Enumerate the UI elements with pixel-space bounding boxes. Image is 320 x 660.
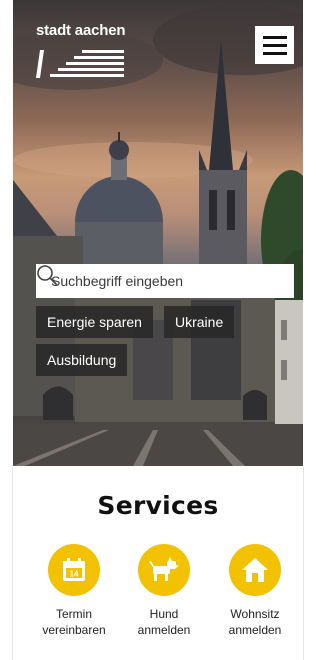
service-circle (229, 544, 281, 596)
service-label: Termin vereinbaren (42, 607, 106, 637)
search-input[interactable] (36, 264, 254, 298)
service-circle: 14 (48, 544, 100, 596)
house-icon (242, 558, 268, 582)
dog-icon (149, 557, 179, 581)
quick-link-energie-sparen[interactable]: Energie sparen (36, 306, 153, 338)
hamburger-menu-icon (262, 35, 287, 39)
page-border-right (303, 466, 304, 660)
service-hund-anmelden[interactable]: Hund anmelden (119, 544, 209, 638)
search-icon (37, 265, 58, 286)
hero-image: stadt aachen Energie sparen Ukraine Ausb… (13, 0, 303, 466)
logo-stripes-icon (36, 50, 124, 78)
calendar-icon: 14 (63, 558, 85, 581)
stadt-aachen-logo[interactable]: stadt aachen (36, 22, 128, 82)
service-circle (138, 544, 190, 596)
service-termin-vereinbaren[interactable]: 14 Termin vereinbaren (29, 544, 119, 638)
service-label: Wohnsitz anmelden (228, 607, 282, 637)
svg-text:14: 14 (70, 570, 79, 579)
services-title: Services (97, 491, 219, 520)
menu-button[interactable] (255, 26, 294, 64)
logo-text: stadt aachen (36, 22, 126, 39)
search-bar (36, 264, 294, 298)
service-wohnsitz-anmelden[interactable]: Wohnsitz anmelden (210, 544, 300, 638)
search-button[interactable] (37, 264, 294, 298)
service-label: Hund anmelden (137, 607, 191, 637)
quick-link-ausbildung[interactable]: Ausbildung (36, 344, 128, 376)
quick-link-ukraine[interactable]: Ukraine (164, 306, 235, 338)
